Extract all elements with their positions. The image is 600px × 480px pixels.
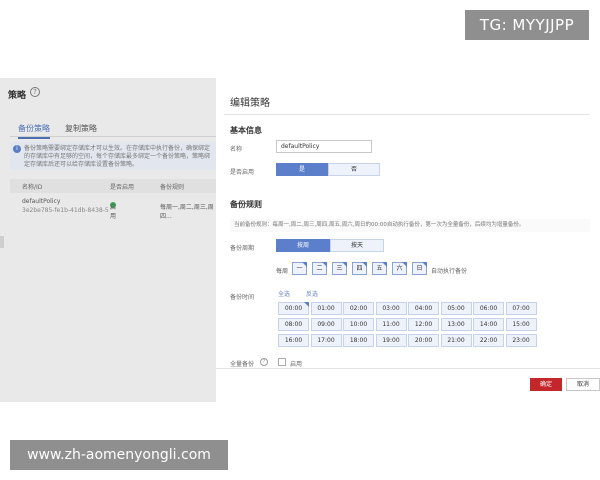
policy-page: 策略 ? 备份策略 复制策略 i 备份策略需要绑定存储库才可以生效。在存储库中执… (0, 78, 216, 402)
section-backup-rule: 备份规则 (230, 200, 262, 209)
policy-rule: 每周一,周二,周三,周四... (160, 204, 214, 220)
column-header-enabled: 是否启用 (110, 184, 135, 191)
screenshot-area: 策略 ? 备份策略 复制策略 i 备份策略需要绑定存储库才可以生效。在存储库中执… (0, 78, 600, 402)
watermark-bottom: www.zh-aomenyongli.com (10, 440, 228, 470)
time-slot[interactable]: 07:00 (505, 302, 537, 315)
time-slot[interactable]: 05:00 (440, 302, 472, 315)
watermark-top: TG: MYYJJPP (465, 10, 589, 40)
time-slot[interactable]: 14:00 (473, 318, 504, 331)
section-basic-info: 基本信息 (230, 126, 262, 135)
column-header-name: 名称/ID (22, 184, 43, 191)
enable-yes-button[interactable]: 是 (276, 163, 328, 176)
time-slot[interactable]: 06:00 (473, 302, 504, 315)
weekday-wed[interactable]: 三 (332, 262, 347, 275)
dialog-title: 编辑策略 (230, 98, 270, 109)
time-slot[interactable]: 09:00 (310, 318, 342, 331)
weekday-sat[interactable]: 六 (392, 262, 407, 275)
cycle-weekly-button[interactable]: 按周 (276, 239, 330, 252)
column-header-rule: 备份规则 (160, 184, 185, 191)
cycle-label: 备份周期 (230, 245, 255, 252)
time-slot[interactable]: 23:00 (505, 334, 537, 347)
weekday-sun[interactable]: 日 (412, 262, 427, 275)
invert-selection-link[interactable]: 反选 (306, 289, 318, 298)
tab-replication-policy[interactable]: 复制策略 (65, 123, 97, 134)
weekday-fri[interactable]: 五 (372, 262, 387, 275)
time-slot[interactable]: 15:00 (505, 318, 537, 331)
help-icon[interactable]: ? (30, 87, 40, 97)
time-slot[interactable]: 01:00 (310, 302, 342, 315)
divider (224, 114, 590, 115)
name-label: 名称 (230, 146, 243, 153)
time-slot[interactable]: 08:00 (278, 318, 309, 331)
page-title: 策略 (8, 91, 27, 101)
info-banner: i 备份策略需要绑定存储库才可以生效。在存储库中执行备份，确保绑定的存储库中有足… (10, 142, 216, 170)
week-hint: 自动执行备份 (431, 268, 468, 275)
policy-tabs: 备份策略 复制策略 (10, 119, 216, 139)
info-text: 备份策略需要绑定存储库才可以生效。在存储库中执行备份，确保绑定的存储库中有足够的… (24, 145, 211, 168)
table-header: 名称/ID 是否启用 备份规则 (10, 179, 216, 193)
collapse-handle[interactable] (0, 236, 4, 248)
footer-divider (216, 368, 600, 369)
time-slot[interactable]: 04:00 (408, 302, 439, 315)
time-slot[interactable]: 22:00 (473, 334, 504, 347)
time-slot[interactable]: 12:00 (408, 318, 439, 331)
time-slot[interactable]: 20:00 (408, 334, 439, 347)
policy-name[interactable]: defaultPolicy (22, 198, 60, 205)
weekday-mon[interactable]: 一 (292, 262, 307, 275)
policy-id: 3e2be785-fe1b-41db-8438-5 (22, 207, 109, 214)
enable-label: 是否启用 (230, 169, 255, 176)
full-backup-option-label: 启用 (290, 361, 303, 368)
time-slot[interactable]: 16:00 (278, 334, 309, 347)
info-icon: i (13, 145, 21, 153)
time-slot[interactable]: 03:00 (375, 302, 407, 315)
rule-description: 当前备份规则：每周一,周二,周三,周四,周五,周六,周日的00:00自动执行备份… (230, 219, 590, 232)
time-slot[interactable]: 18:00 (343, 334, 374, 347)
time-label: 备份时间 (230, 294, 255, 301)
cycle-daily-button[interactable]: 按天 (330, 239, 384, 252)
time-slot[interactable]: 10:00 (343, 318, 374, 331)
table-row[interactable]: defaultPolicy 3e2be785-fe1b-41db-8438-5 … (10, 196, 216, 220)
edit-policy-dialog: 编辑策略 基本信息 名称 是否启用 是 否 备份规则 当前备份规则：每周一,周二… (216, 78, 600, 402)
time-slot[interactable]: 21:00 (440, 334, 472, 347)
weekday-thu[interactable]: 四 (352, 262, 367, 275)
weekday-tue[interactable]: 二 (312, 262, 327, 275)
status-text: 启用 (110, 204, 117, 220)
week-label: 每周 (276, 268, 289, 275)
name-input[interactable] (276, 140, 372, 153)
page: 策略 ? 备份策略 复制策略 i 备份策略需要绑定存储库才可以生效。在存储库中执… (0, 0, 600, 480)
full-backup-label: 全量备份 (230, 361, 255, 368)
cancel-button[interactable]: 取消 (566, 378, 600, 391)
full-backup-checkbox[interactable] (278, 358, 286, 366)
time-slot[interactable]: 02:00 (343, 302, 374, 315)
time-slot[interactable]: 00:00 (278, 302, 309, 315)
tab-backup-policy[interactable]: 备份策略 (18, 123, 50, 139)
time-slot[interactable]: 17:00 (310, 334, 342, 347)
confirm-button[interactable]: 确定 (530, 378, 562, 391)
help-icon[interactable]: ? (260, 358, 268, 366)
time-slot[interactable]: 11:00 (375, 318, 407, 331)
select-all-link[interactable]: 全选 (278, 289, 290, 298)
enable-no-button[interactable]: 否 (328, 163, 380, 176)
time-slot[interactable]: 19:00 (375, 334, 407, 347)
time-slot[interactable]: 13:00 (440, 318, 472, 331)
